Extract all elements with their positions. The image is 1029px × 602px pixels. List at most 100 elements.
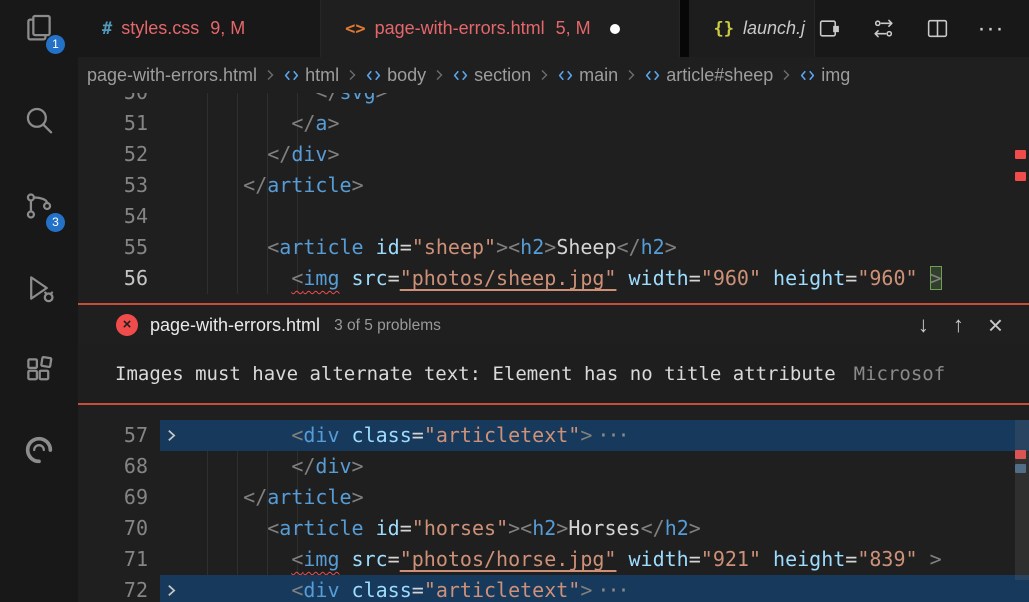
code-line[interactable]: 54 xyxy=(78,201,1029,232)
run-debug-icon xyxy=(22,271,56,310)
peek-border-bottom xyxy=(78,403,1029,405)
line-number[interactable]: 54 xyxy=(78,201,148,232)
next-problem-icon[interactable]: ↓ xyxy=(918,314,929,336)
scrollbar-thumb[interactable] xyxy=(1015,420,1029,580)
explorer-badge: 1 xyxy=(46,35,65,54)
code-text[interactable]: </a> xyxy=(195,108,1029,139)
tab-label: launch.j xyxy=(743,18,805,39)
breadcrumb-item[interactable]: img xyxy=(799,65,850,86)
fold-chevron-icon[interactable] xyxy=(148,575,195,602)
code-text[interactable]: <div class="articletext">··· xyxy=(195,420,1029,451)
breadcrumb-label: page-with-errors.html xyxy=(87,65,257,86)
breadcrumb-item[interactable]: article#sheep xyxy=(644,65,773,86)
line-number[interactable]: 52 xyxy=(78,139,148,170)
line-number[interactable]: 53 xyxy=(78,170,148,201)
code-line[interactable]: 56 <img src="photos/sheep.jpg" width="96… xyxy=(78,263,1029,294)
html-file-icon: <> xyxy=(345,19,365,39)
code-text[interactable]: </div> xyxy=(195,139,1029,170)
previous-problem-icon[interactable]: ↑ xyxy=(953,314,964,336)
tab-label: styles.css xyxy=(121,18,199,39)
activity-edge-devtools[interactable] xyxy=(0,430,78,474)
code-line[interactable]: 53 </article> xyxy=(78,170,1029,201)
breadcrumb-label: body xyxy=(387,65,426,86)
fold-gutter xyxy=(148,544,195,575)
code-text[interactable]: </article> xyxy=(195,482,1029,513)
line-number[interactable]: 57 xyxy=(78,420,148,451)
code-text[interactable] xyxy=(195,201,1029,232)
code-line[interactable]: 50 </svg> xyxy=(78,93,1029,108)
activity-run-debug[interactable] xyxy=(0,268,78,312)
problems-peek-panel: × page-with-errors.html 3 of 5 problems … xyxy=(78,303,1029,405)
peek-header: × page-with-errors.html 3 of 5 problems … xyxy=(78,305,1029,345)
code-text[interactable]: </div> xyxy=(195,451,1029,482)
fold-gutter xyxy=(148,482,195,513)
code-line[interactable]: 57 <div class="articletext">··· xyxy=(78,420,1029,451)
tab-label: page-with-errors.html xyxy=(375,18,545,39)
compare-changes-icon[interactable] xyxy=(869,15,897,43)
activity-source-control[interactable]: 3 xyxy=(0,186,78,230)
code-line[interactable]: 72 <div class="articletext">··· xyxy=(78,575,1029,602)
code-line[interactable]: 69 </article> xyxy=(78,482,1029,513)
code-text[interactable]: <article id="sheep"><h2>Sheep</h2> xyxy=(195,232,1029,263)
code-line[interactable]: 70 <article id="horses"><h2>Horses</h2> xyxy=(78,513,1029,544)
symbol-tag-icon xyxy=(452,67,469,84)
line-number[interactable]: 72 xyxy=(78,575,148,602)
activity-search[interactable] xyxy=(0,100,78,144)
split-editor-icon[interactable] xyxy=(923,15,951,43)
tab-launch-json[interactable]: {} launch.j xyxy=(689,0,815,57)
code-text[interactable]: </svg> xyxy=(195,93,1029,108)
source-control-badge: 3 xyxy=(46,213,65,232)
breadcrumb: page-with-errors.html html body section main… xyxy=(78,57,1029,93)
close-icon[interactable]: × xyxy=(988,314,1003,336)
fold-gutter xyxy=(148,232,195,263)
chevron-right-icon xyxy=(431,67,447,83)
activity-explorer[interactable]: 1 xyxy=(0,8,78,52)
tab-page-with-errors-html[interactable]: <> page-with-errors.html 5, M xyxy=(321,0,680,57)
breadcrumb-item[interactable]: page-with-errors.html xyxy=(87,65,257,86)
breadcrumb-item[interactable]: main xyxy=(557,65,618,86)
modified-dot-icon[interactable] xyxy=(610,24,620,34)
fold-gutter xyxy=(148,263,195,294)
line-number[interactable]: 56 xyxy=(78,263,148,294)
tab-group-separator xyxy=(680,0,690,57)
fold-chevron-icon[interactable] xyxy=(148,420,195,451)
line-number[interactable]: 55 xyxy=(78,232,148,263)
code-text[interactable]: <img src="photos/horse.jpg" width="921" … xyxy=(195,544,1029,575)
code-text[interactable]: <div class="articletext">··· xyxy=(195,575,1029,602)
tab-styles-css[interactable]: # styles.css 9, M xyxy=(78,0,321,57)
more-actions-icon[interactable]: ··· xyxy=(977,15,1005,43)
code-line[interactable]: 55 <article id="sheep"><h2>Sheep</h2> xyxy=(78,232,1029,263)
breadcrumb-item[interactable]: html xyxy=(283,65,339,86)
code-text[interactable]: <img src="photos/sheep.jpg" width="960" … xyxy=(195,263,1029,294)
vscode-window: { "colors": { "editor_background": "#1f1… xyxy=(0,0,1029,602)
line-number[interactable]: 71 xyxy=(78,544,148,575)
symbol-tag-icon xyxy=(557,67,574,84)
line-number[interactable]: 68 xyxy=(78,451,148,482)
line-number[interactable]: 51 xyxy=(78,108,148,139)
code-line[interactable]: 51 </a> xyxy=(78,108,1029,139)
breadcrumb-item[interactable]: section xyxy=(452,65,531,86)
edge-devtools-icon xyxy=(22,433,56,472)
symbol-tag-icon xyxy=(644,67,661,84)
tab-decoration: 9, M xyxy=(210,18,245,39)
line-number[interactable]: 70 xyxy=(78,513,148,544)
breadcrumb-item[interactable]: body xyxy=(365,65,426,86)
activity-extensions[interactable] xyxy=(0,350,78,394)
fold-gutter xyxy=(148,170,195,201)
code-text[interactable]: <article id="horses"><h2>Horses</h2> xyxy=(195,513,1029,544)
problem-message-row[interactable]: Images must have alternate text: Element… xyxy=(78,345,1029,403)
fold-gutter xyxy=(148,201,195,232)
line-number[interactable]: 69 xyxy=(78,482,148,513)
chevron-right-icon xyxy=(344,67,360,83)
code-line[interactable]: 71 <img src="photos/horse.jpg" width="92… xyxy=(78,544,1029,575)
code-line[interactable]: 52 </div> xyxy=(78,139,1029,170)
code-line[interactable]: 68 </div> xyxy=(78,451,1029,482)
overview-ruler-mark xyxy=(1015,172,1026,181)
peek-problem-count: 3 of 5 problems xyxy=(334,317,441,335)
line-number[interactable]: 50 xyxy=(78,93,148,108)
chevron-right-icon xyxy=(536,67,552,83)
fold-gutter xyxy=(148,108,195,139)
code-text[interactable]: </article> xyxy=(195,170,1029,201)
code-section-bottom: 57 <div class="articletext">···68 </div>… xyxy=(78,420,1029,602)
open-preview-icon[interactable] xyxy=(815,15,843,43)
